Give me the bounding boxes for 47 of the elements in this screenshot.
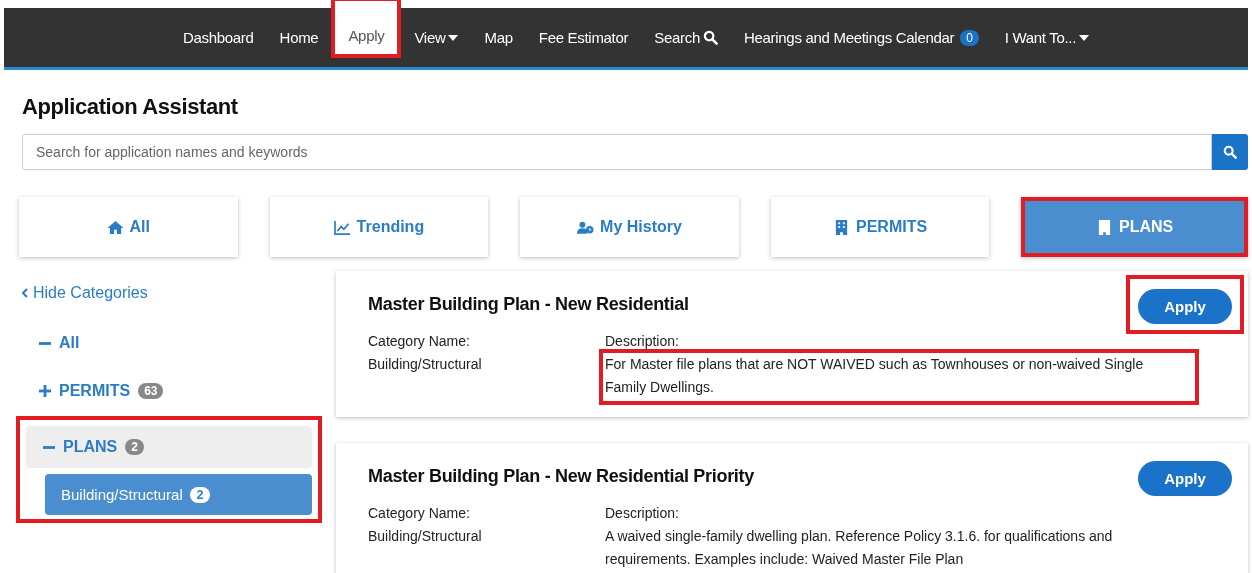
category-tab[interactable]: All [19,197,238,257]
card-title: Master Building Plan - New Residential Priority [368,466,754,487]
field-label: Description: [605,504,680,523]
field-label: Category Name: [368,504,471,523]
chevron-left-icon [22,288,28,298]
category-tab[interactable]: PLANS [1021,197,1248,257]
minus-icon [39,341,51,345]
apply-button[interactable]: Apply [1138,289,1232,324]
nav-link[interactable]: Home [266,21,332,54]
search-icon [1223,145,1237,159]
field-label: Description: [605,332,680,351]
nav-link[interactable]: Fee Estimator [525,21,642,54]
description-text: A waived single-family dwelling plan. Reference Policy 3.1.6. for qualifications and requirements. Examples include: Waived Master File Plan [604,527,1114,569]
nav-link[interactable]: I Want To... [991,21,1103,54]
count-badge: 0 [960,29,979,46]
user-clock-icon [577,219,595,235]
hide-categories-link[interactable]: Hide Categories [22,284,318,302]
minus-icon [43,445,55,449]
card-title: Master Building Plan - New Residential [368,294,689,315]
page-title: Application Assistant [22,94,239,120]
nav-link[interactable]: Dashboard [169,21,267,54]
category-item[interactable]: PLANS 2 [26,426,312,468]
caret-icon [448,34,459,41]
category-tab[interactable]: Trending [269,197,489,257]
subcategory-item[interactable]: Building/Structural 2 [45,474,312,515]
nav-link[interactable]: View [401,21,472,54]
category-value: Building/Structural [368,355,483,374]
field-label: Category Name: [368,332,471,351]
nav-link[interactable]: Hearings and Meetings Calendar 0 [730,21,992,54]
category-item[interactable]: PERMITS 63 [22,372,318,410]
building-icon [833,219,850,235]
line-chart-icon [333,219,351,235]
search-field[interactable]: Search for application names and keywords [22,134,1212,170]
description-text: For Master file plans that are NOT WAIVED such as Townhouses or non-waived Single Family Dwellings. [599,349,1199,405]
category-item[interactable]: All [22,324,318,362]
apply-button[interactable]: Apply [1138,461,1232,496]
nav-link[interactable]: Apply [331,0,402,58]
nav-link[interactable]: Search [641,21,731,54]
plus-icon [39,385,51,397]
category-value: Building/Structural [368,527,483,546]
search-icon [702,30,718,45]
nav-link[interactable]: Map [471,21,526,54]
caret-icon [1079,34,1090,41]
search-button[interactable] [1212,134,1248,170]
home-icon [106,219,124,235]
category-tab[interactable]: PERMITS [770,197,990,257]
category-tab[interactable]: My History [520,197,739,257]
